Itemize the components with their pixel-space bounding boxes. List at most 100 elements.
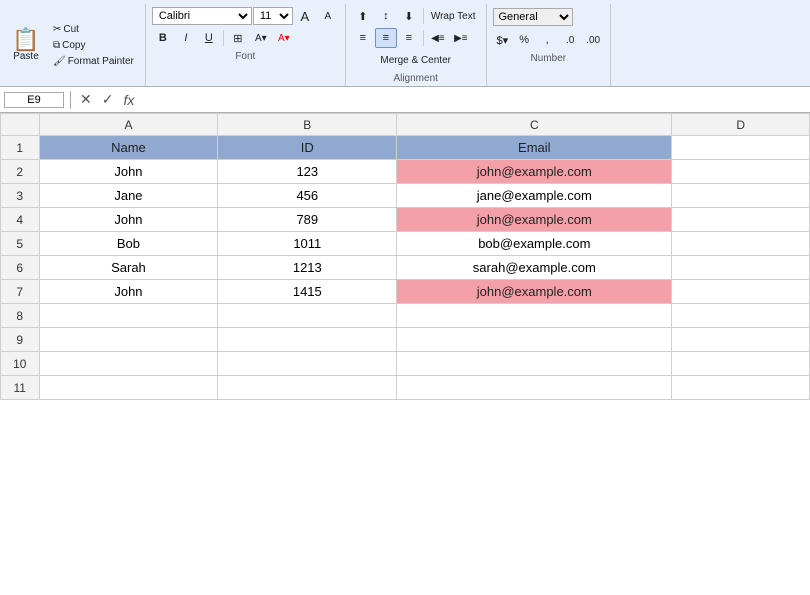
corner-cell (1, 114, 40, 136)
cell-r6-c3[interactable]: sarah@example.com (397, 256, 672, 280)
cell-r2-c3[interactable]: john@example.com (397, 160, 672, 184)
cell-r5-c4[interactable] (672, 232, 810, 256)
cell-r3-c4[interactable] (672, 184, 810, 208)
paste-button[interactable]: 📋 Paste (6, 6, 46, 84)
cell-r11-c4[interactable] (672, 376, 810, 400)
cell-r11-c1[interactable] (39, 376, 218, 400)
row-header-9[interactable]: 9 (1, 328, 40, 352)
decrease-decimal-button[interactable]: .0 (559, 30, 581, 50)
merge-center-button[interactable]: Merge & Center (376, 50, 455, 70)
row-header-1[interactable]: 1 (1, 136, 40, 160)
col-header-b[interactable]: B (218, 114, 397, 136)
cell-r1-c1[interactable]: Name (39, 136, 218, 160)
align-center-button[interactable]: ≡ (375, 28, 397, 48)
align-middle-button[interactable]: ↕ (375, 6, 397, 26)
fill-color-button[interactable]: A▾ (250, 28, 272, 48)
cell-r2-c2[interactable]: 123 (218, 160, 397, 184)
row-header-6[interactable]: 6 (1, 256, 40, 280)
currency-button[interactable]: $▾ (493, 30, 513, 50)
confirm-formula-button[interactable]: ✓ (99, 91, 117, 108)
row-header-10[interactable]: 10 (1, 352, 40, 376)
row-header-7[interactable]: 7 (1, 280, 40, 304)
cell-r11-c3[interactable] (397, 376, 672, 400)
cell-r7-c2[interactable]: 1415 (218, 280, 397, 304)
col-header-c[interactable]: C (397, 114, 672, 136)
increase-font-button[interactable]: A (294, 6, 316, 26)
cell-r7-c1[interactable]: John (39, 280, 218, 304)
percent-button[interactable]: % (513, 30, 535, 50)
cut-button[interactable]: ✂ Cut (50, 22, 137, 37)
format-painter-button[interactable]: 🖌 Format Painter (50, 54, 137, 69)
cell-r10-c1[interactable] (39, 352, 218, 376)
cell-r1-c4[interactable] (672, 136, 810, 160)
cell-r9-c2[interactable] (218, 328, 397, 352)
cell-r9-c3[interactable] (397, 328, 672, 352)
cell-r7-c3[interactable]: john@example.com (397, 280, 672, 304)
font-color-button[interactable]: A▾ (273, 28, 295, 48)
cell-r4-c3[interactable]: john@example.com (397, 208, 672, 232)
align-bottom-button[interactable]: ⬇ (398, 6, 420, 26)
italic-button[interactable]: I (175, 28, 197, 48)
cell-r2-c4[interactable] (672, 160, 810, 184)
cell-r6-c4[interactable] (672, 256, 810, 280)
cell-r2-c1[interactable]: John (39, 160, 218, 184)
cut-icon: ✂ (53, 24, 61, 35)
merge-row: Merge & Center (352, 50, 480, 70)
insert-function-button[interactable]: fx (120, 92, 137, 108)
cancel-formula-button[interactable]: ✕ (77, 91, 95, 108)
cell-r5-c2[interactable]: 1011 (218, 232, 397, 256)
cell-r5-c1[interactable]: Bob (39, 232, 218, 256)
cell-r9-c1[interactable] (39, 328, 218, 352)
formula-input[interactable] (141, 93, 806, 107)
alignment-section: ⬆ ↕ ⬇ Wrap Text ≡ ≡ ≡ ◀≡ ▶≡ Merge & Cent… (346, 4, 487, 86)
decrease-font-button[interactable]: A (317, 6, 339, 26)
cell-r1-c3[interactable]: Email (397, 136, 672, 160)
borders-button[interactable]: ⊞ (227, 28, 249, 48)
cell-r3-c3[interactable]: jane@example.com (397, 184, 672, 208)
increase-decimal-button[interactable]: .00 (582, 30, 604, 50)
cell-r5-c3[interactable]: bob@example.com (397, 232, 672, 256)
cell-r6-c1[interactable]: Sarah (39, 256, 218, 280)
align-left-button[interactable]: ≡ (352, 28, 374, 48)
cell-r10-c2[interactable] (218, 352, 397, 376)
number-btn-row: $▾ % , .0 .00 (493, 30, 605, 50)
row-header-2[interactable]: 2 (1, 160, 40, 184)
font-size-select[interactable]: 11 (253, 7, 293, 25)
col-header-a[interactable]: A (39, 114, 218, 136)
number-format-select[interactable]: General (493, 8, 573, 26)
align-right-button[interactable]: ≡ (398, 28, 420, 48)
cell-r4-c1[interactable]: John (39, 208, 218, 232)
row-header-5[interactable]: 5 (1, 232, 40, 256)
increase-indent-button[interactable]: ▶≡ (450, 28, 472, 48)
table-row: 10 (1, 352, 810, 376)
cell-r3-c2[interactable]: 456 (218, 184, 397, 208)
cell-r4-c4[interactable] (672, 208, 810, 232)
cell-r11-c2[interactable] (218, 376, 397, 400)
cell-r8-c1[interactable] (39, 304, 218, 328)
wrap-text-button[interactable]: Wrap Text (427, 6, 480, 26)
cell-r7-c4[interactable] (672, 280, 810, 304)
row-header-3[interactable]: 3 (1, 184, 40, 208)
cell-r4-c2[interactable]: 789 (218, 208, 397, 232)
cell-r1-c2[interactable]: ID (218, 136, 397, 160)
copy-button[interactable]: ⧉ Copy (50, 38, 137, 53)
decrease-indent-button[interactable]: ◀≡ (427, 28, 449, 48)
row-header-4[interactable]: 4 (1, 208, 40, 232)
cell-r10-c4[interactable] (672, 352, 810, 376)
bold-button[interactable]: B (152, 28, 174, 48)
name-box[interactable] (4, 92, 64, 108)
cell-r6-c2[interactable]: 1213 (218, 256, 397, 280)
row-header-8[interactable]: 8 (1, 304, 40, 328)
row-header-11[interactable]: 11 (1, 376, 40, 400)
col-header-d[interactable]: D (672, 114, 810, 136)
cell-r8-c2[interactable] (218, 304, 397, 328)
underline-button[interactable]: U (198, 28, 220, 48)
cell-r3-c1[interactable]: Jane (39, 184, 218, 208)
font-name-select[interactable]: Calibri (152, 7, 252, 25)
comma-button[interactable]: , (536, 30, 558, 50)
align-top-button[interactable]: ⬆ (352, 6, 374, 26)
cell-r8-c3[interactable] (397, 304, 672, 328)
cell-r10-c3[interactable] (397, 352, 672, 376)
cell-r8-c4[interactable] (672, 304, 810, 328)
cell-r9-c4[interactable] (672, 328, 810, 352)
